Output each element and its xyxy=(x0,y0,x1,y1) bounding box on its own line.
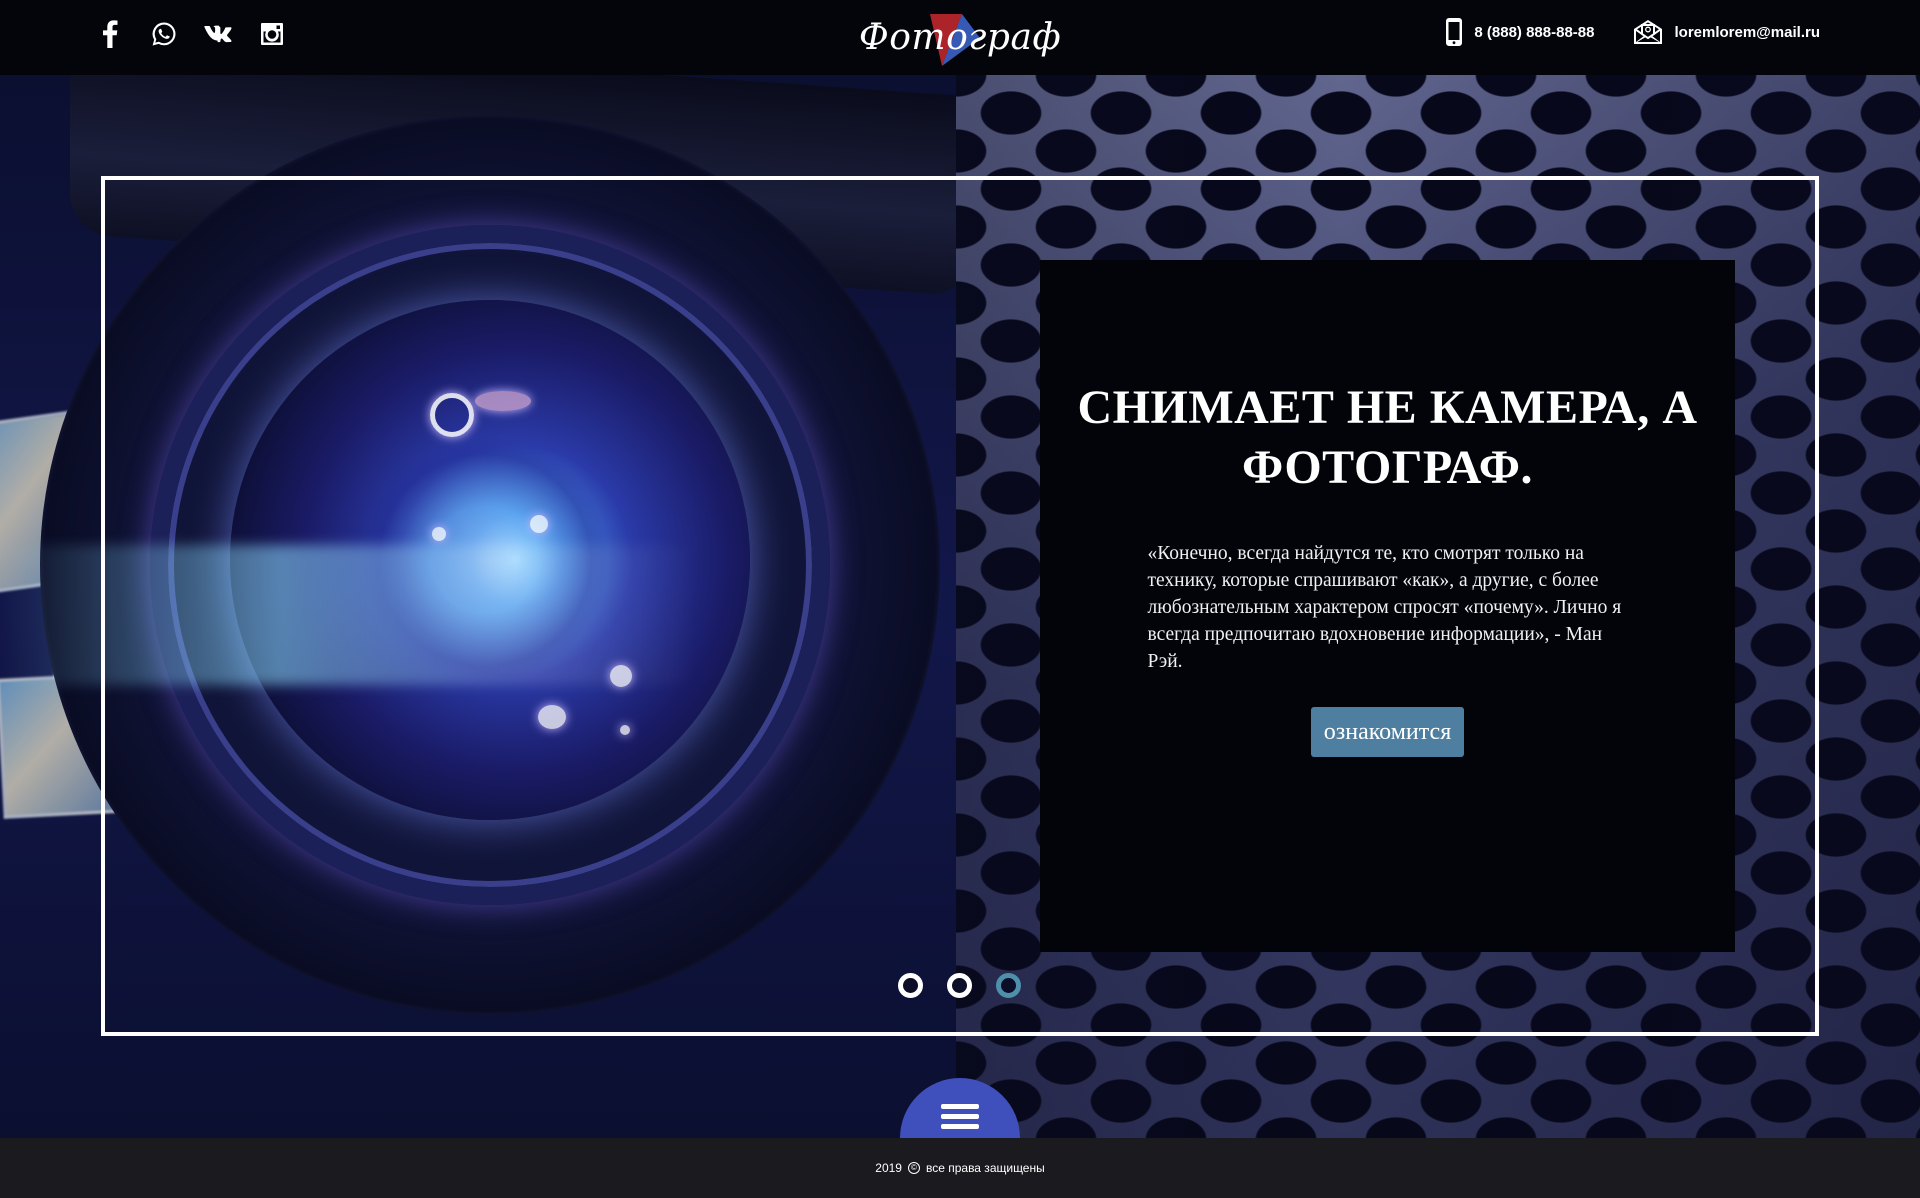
site-logo[interactable]: Фотограф xyxy=(858,6,1062,68)
instagram-icon[interactable] xyxy=(258,20,286,48)
hamburger-icon xyxy=(941,1104,979,1129)
phone-number: 8 (888) 888-88-88 xyxy=(1474,23,1595,41)
whatsapp-icon[interactable] xyxy=(150,20,178,48)
hero-slider: СНИМАЕТ НЕ КАМЕРА, А ФОТОГРАФ. «Конечно,… xyxy=(0,75,1920,1138)
slider-dots xyxy=(898,973,1021,998)
slider-dot-1[interactable] xyxy=(898,973,923,998)
social-links xyxy=(96,20,286,48)
hero-content-box: СНИМАЕТ НЕ КАМЕРА, А ФОТОГРАФ. «Конечно,… xyxy=(1040,260,1735,952)
mail-icon xyxy=(1634,20,1663,44)
site-footer: 2019 © все права защищены xyxy=(0,1138,1920,1198)
hero-quote: «Конечно, всегда найдутся те, кто смотря… xyxy=(1147,543,1622,672)
footer-rights: все права защищены xyxy=(925,1161,1045,1175)
learn-more-button[interactable]: ознакомится xyxy=(1310,707,1465,757)
header-contacts: 8 (888) 888-88-88 loremlorem@mail.ru xyxy=(1446,18,1820,46)
site-header: Фотограф 8 (888) 888-88-88 loremlorem@ma… xyxy=(0,0,1920,75)
email-address: loremlorem@mail.ru xyxy=(1674,23,1820,41)
phone-icon xyxy=(1446,18,1463,46)
hero-title: СНИМАЕТ НЕ КАМЕРА, А ФОТОГРАФ. xyxy=(1077,381,1698,494)
email-contact[interactable]: loremlorem@mail.ru xyxy=(1634,20,1820,44)
copyright-icon: © xyxy=(907,1162,920,1174)
footer-year: 2019 xyxy=(875,1161,902,1175)
facebook-icon[interactable] xyxy=(96,20,124,48)
logo-text: Фотограф xyxy=(858,16,1062,58)
phone-contact[interactable]: 8 (888) 888-88-88 xyxy=(1446,18,1594,46)
vk-icon[interactable] xyxy=(204,20,232,48)
slider-dot-3[interactable] xyxy=(996,973,1021,998)
slider-dot-2[interactable] xyxy=(947,973,972,998)
